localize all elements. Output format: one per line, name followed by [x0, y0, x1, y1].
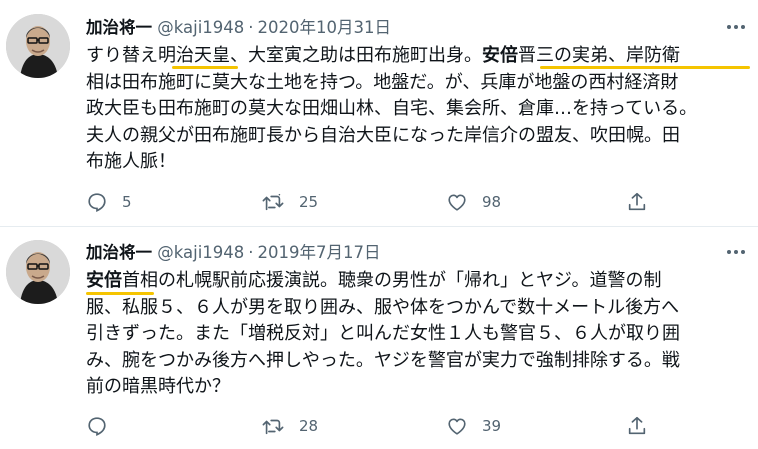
like-count: 98 — [482, 193, 502, 211]
reply-icon — [88, 193, 106, 213]
author-handle[interactable]: @kaji1948 — [157, 18, 244, 37]
reply-icon — [88, 417, 106, 437]
retweet-icon — [262, 193, 284, 211]
reply-count: 5 — [122, 193, 132, 211]
tweet-text: すり替え明治天皇、大室寅之助は田布施町出身。安倍晋三の実弟、岸防衛 相は田布施町… — [86, 43, 754, 176]
avatar[interactable] — [6, 14, 70, 78]
tweet-text-line: み、腕をつかみ後方へ押しやった。ヤジを警官が実力で強制排除する。戦 — [86, 349, 680, 371]
tweet-header: 加治将一 @kaji1948 · 2020年10月31日 — [86, 17, 391, 39]
tweet-text-line: 引きずった。また「増税反対」と叫んだ女性１人も警官５、６人が取り囲 — [86, 323, 680, 344]
highlight-underline — [86, 292, 154, 295]
tweet-actions: 5 25 98 — [86, 190, 646, 214]
more-icon[interactable] — [724, 17, 748, 37]
separator: · — [248, 18, 254, 37]
tweet-header: 加治将一 @kaji1948 · 2019年7月17日 — [86, 242, 381, 264]
tweet[interactable]: 加治将一 @kaji1948 · 2020年10月31日 すり替え明治天皇、大室寅之… — [0, 0, 758, 227]
text-span: 晋三の実弟、岸防衛 — [518, 45, 680, 66]
tweet-text-line: 夫人の親父が田布施町長から自治大臣になった岸信介の盟友、吹田幌。田 — [86, 124, 680, 146]
reply-button[interactable] — [86, 414, 122, 438]
author-handle[interactable]: @kaji1948 — [157, 243, 244, 262]
share-button[interactable] — [626, 190, 648, 214]
like-icon — [448, 418, 466, 435]
author-name[interactable]: 加治将一 — [86, 243, 152, 262]
like-button[interactable]: 39 — [446, 414, 501, 438]
tweet-text-line: 布施人脈！ — [86, 151, 176, 172]
tweet-text-line: 前の暗黒時代か？ — [86, 376, 230, 397]
tweet[interactable]: 加治将一 @kaji1948 · 2019年7月17日 安倍首相の札幌駅前応援演説。… — [0, 227, 758, 449]
tweet-text-line: 政大臣も田布施町の莫大な田畑山林、自宅、集会所、倉庫…を持っている。 — [86, 98, 698, 119]
tweet-actions: 28 39 — [86, 414, 646, 438]
share-icon — [628, 192, 646, 211]
tweet-text: 安倍首相の札幌駅前応援演説。聴衆の男性が「帰れ」とヤジ。道警の制 服、私服５、６… — [86, 268, 754, 401]
author-name[interactable]: 加治将一 — [86, 18, 152, 37]
tweet-text-line: 服、私服５、６人が男を取り囲み、服や体をつかんで数十メートル後方へ — [86, 296, 680, 318]
highlight-underline — [540, 66, 750, 69]
separator: · — [248, 243, 254, 262]
like-count: 39 — [482, 417, 502, 435]
retweet-count: 25 — [299, 193, 319, 211]
like-icon — [448, 194, 466, 211]
retweet-count: 28 — [299, 417, 319, 435]
text-span: すり替え明治天皇、大室寅之助は田布施町出身。 — [86, 45, 482, 66]
avatar[interactable] — [6, 240, 70, 304]
text-span: 首相の札幌駅前応援演説。聴衆の男性が「帰れ」とヤジ。道警の制 — [122, 270, 662, 291]
retweet-button[interactable]: 25 — [261, 190, 318, 214]
timeline: 加治将一 @kaji1948 · 2020年10月31日 すり替え明治天皇、大室寅之… — [0, 0, 758, 449]
more-icon[interactable] — [724, 242, 748, 262]
like-button[interactable]: 98 — [446, 190, 501, 214]
share-icon — [628, 416, 646, 435]
reply-button[interactable]: 5 — [86, 190, 132, 214]
tweet-text-line: 安倍首相の札幌駅前応援演説。聴衆の男性が「帰れ」とヤジ。道警の制 — [86, 268, 754, 295]
retweet-button[interactable]: 28 — [261, 414, 318, 438]
highlight-text: 安倍 — [86, 270, 122, 291]
tweet-date[interactable]: 2020年10月31日 — [258, 18, 391, 37]
highlight-text: 安倍 — [482, 45, 518, 66]
highlight-underline — [172, 66, 238, 69]
retweet-icon — [262, 419, 284, 435]
tweet-date[interactable]: 2019年7月17日 — [258, 243, 381, 262]
tweet-text-line: 相は田布施町に莫大な土地を持つ。地盤だ。が、兵庫が地盤の西村経済財 — [86, 71, 679, 93]
share-button[interactable] — [626, 414, 648, 438]
